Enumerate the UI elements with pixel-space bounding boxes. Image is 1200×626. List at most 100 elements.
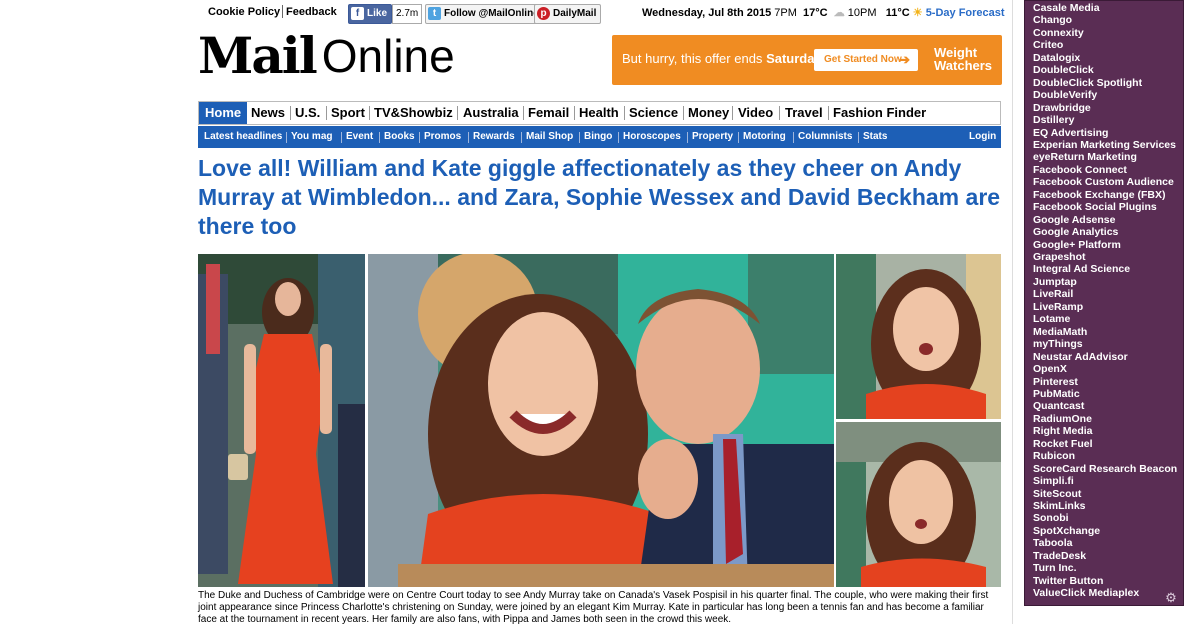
nav-item-health[interactable]: Health — [579, 102, 619, 124]
subnav-item-motoring[interactable]: Motoring — [743, 126, 786, 148]
gear-icon[interactable]: ⚙ — [1164, 591, 1178, 605]
tracker-item[interactable]: Taboola — [1033, 537, 1072, 549]
tracker-item[interactable]: Chango — [1033, 14, 1072, 26]
forecast-link[interactable]: 5-Day Forecast — [926, 7, 1005, 19]
tracker-item[interactable]: eyeReturn Marketing — [1033, 151, 1137, 163]
date-weather: Wednesday, Jul 8th 2015 7PM 17°C ☁ 10PM … — [642, 6, 1005, 19]
nav-item-news[interactable]: News — [251, 102, 285, 124]
tracker-item[interactable]: Turn Inc. — [1033, 562, 1077, 574]
site-logo[interactable]: Mail Online — [198, 28, 455, 84]
tracker-item[interactable]: Rocket Fuel — [1033, 438, 1093, 450]
subnav-item-stats[interactable]: Stats — [863, 126, 887, 148]
subnav-item-rewards[interactable]: Rewards — [473, 126, 515, 148]
tracker-item[interactable]: OpenX — [1033, 363, 1067, 375]
subnav-item-horoscopes[interactable]: Horoscopes — [623, 126, 681, 148]
tracker-item[interactable]: LiveRamp — [1033, 301, 1083, 313]
nav-item-sport[interactable]: Sport — [331, 102, 365, 124]
nav-divider — [624, 106, 625, 120]
subnav-item-bingo[interactable]: Bingo — [584, 126, 612, 148]
article-photo-kate-surprised[interactable] — [836, 254, 1001, 419]
tracker-item[interactable]: TradeDesk — [1033, 550, 1086, 562]
tracker-item[interactable]: DoubleClick — [1033, 64, 1094, 76]
tracker-item[interactable]: SpotXchange — [1033, 525, 1100, 537]
article-photo-kate-standing[interactable] — [198, 254, 365, 587]
tracker-item[interactable]: Experian Marketing Services — [1033, 139, 1176, 151]
tracker-item[interactable]: ValueClick Mediaplex — [1033, 587, 1139, 599]
photo-kate-pout-image — [836, 422, 1001, 587]
tracker-item[interactable]: Dstillery — [1033, 114, 1074, 126]
article-photo-william-kate[interactable] — [368, 254, 834, 587]
tracker-item[interactable]: Neustar AdAdvisor — [1033, 351, 1128, 363]
tracker-item[interactable]: Integral Ad Science — [1033, 263, 1130, 275]
subnav-item-mail-shop[interactable]: Mail Shop — [526, 126, 573, 148]
tracker-item[interactable]: Simpli.fi — [1033, 475, 1074, 487]
tracker-item[interactable]: Google Adsense — [1033, 214, 1115, 226]
login-link[interactable]: Login — [969, 126, 996, 148]
tracker-item[interactable]: Facebook Connect — [1033, 164, 1127, 176]
nav-divider — [732, 106, 733, 120]
tracker-item[interactable]: SkimLinks — [1033, 500, 1086, 512]
nav-item-home[interactable]: Home — [199, 102, 248, 124]
tracker-item[interactable]: Lotame — [1033, 313, 1070, 325]
tracker-item[interactable]: MediaMath — [1033, 326, 1087, 338]
cookie-policy-link[interactable]: Cookie Policy — [208, 6, 280, 18]
tracker-item[interactable]: Casale Media — [1033, 2, 1100, 14]
tracker-item[interactable]: Facebook Social Plugins — [1033, 201, 1157, 213]
subnav-item-promos[interactable]: Promos — [424, 126, 461, 148]
tracker-item[interactable]: DoubleVerify — [1033, 89, 1097, 101]
tracker-item[interactable]: Datalogix — [1033, 52, 1080, 64]
tracker-item[interactable]: ScoreCard Research Beacon — [1033, 463, 1177, 475]
nav-item-tvshowbiz[interactable]: TV&Showbiz — [374, 102, 453, 124]
ad-brand-line2: Watchers — [934, 58, 993, 73]
subnav-item-event[interactable]: Event — [346, 126, 373, 148]
temp-now: 17°C — [803, 7, 828, 19]
tracker-item[interactable]: LiveRail — [1033, 288, 1073, 300]
twitter-follow-button[interactable]: t Follow @MailOnline — [425, 4, 544, 24]
nav-item-travel[interactable]: Travel — [785, 102, 823, 124]
tracker-item[interactable]: Connexity — [1033, 27, 1084, 39]
tracker-item[interactable]: Facebook Exchange (FBX) — [1033, 189, 1165, 201]
subnav-item-property[interactable]: Property — [692, 126, 733, 148]
pinterest-label: DailyMail — [553, 8, 597, 19]
weight-watchers-ad[interactable]: But hurry, this offer ends Saturday Get … — [612, 35, 1002, 85]
subnav-divider — [286, 132, 287, 143]
nav-item-us[interactable]: U.S. — [295, 102, 320, 124]
article-headline[interactable]: Love all! William and Kate giggle affect… — [198, 154, 1008, 241]
tracker-item[interactable]: PubMatic — [1033, 388, 1080, 400]
nav-item-science[interactable]: Science — [629, 102, 678, 124]
nav-item-femail[interactable]: Femail — [528, 102, 569, 124]
pinterest-button[interactable]: p DailyMail — [534, 4, 602, 24]
article-photo-kate-pout[interactable] — [836, 422, 1001, 587]
nav-item-video[interactable]: Video — [738, 102, 773, 124]
subnav-item-latest-headlines[interactable]: Latest headlines — [204, 126, 282, 148]
tracker-item[interactable]: Criteo — [1033, 39, 1063, 51]
tracker-item[interactable]: Pinterest — [1033, 376, 1078, 388]
tracker-item[interactable]: Sonobi — [1033, 512, 1069, 524]
tracker-item[interactable]: Quantcast — [1033, 400, 1084, 412]
nav-item-money[interactable]: Money — [688, 102, 729, 124]
subnav-item-columnists[interactable]: Columnists — [798, 126, 852, 148]
tracker-item[interactable]: Google Analytics — [1033, 226, 1118, 238]
get-started-button[interactable]: Get Started Now ➔ — [814, 49, 918, 71]
tracker-item[interactable]: RadiumOne — [1033, 413, 1092, 425]
facebook-like-button[interactable]: f Like — [348, 4, 393, 24]
tracker-item[interactable]: Grapeshot — [1033, 251, 1086, 263]
tracker-item[interactable]: Jumptap — [1033, 276, 1077, 288]
subnav-item-you-mag[interactable]: You mag — [291, 126, 332, 148]
tracker-item[interactable]: Right Media — [1033, 425, 1093, 437]
feedback-link[interactable]: Feedback — [286, 6, 337, 18]
nav-item-fashion-finder[interactable]: Fashion Finder — [833, 102, 926, 124]
subnav-divider — [521, 132, 522, 143]
tracker-item[interactable]: SiteScout — [1033, 488, 1081, 500]
subnav-item-books[interactable]: Books — [384, 126, 415, 148]
tracker-item[interactable]: Facebook Custom Audience — [1033, 176, 1174, 188]
tracker-item[interactable]: Drawbridge — [1033, 102, 1091, 114]
tracker-item[interactable]: Twitter Button — [1033, 575, 1103, 587]
tracker-item[interactable]: DoubleClick Spotlight — [1033, 77, 1142, 89]
tracker-item[interactable]: EQ Advertising — [1033, 127, 1108, 139]
tracker-item[interactable]: myThings — [1033, 338, 1083, 350]
tracker-item[interactable]: Rubicon — [1033, 450, 1075, 462]
nav-item-australia[interactable]: Australia — [463, 102, 519, 124]
photo-kate-standing-image — [198, 254, 365, 587]
tracker-item[interactable]: Google+ Platform — [1033, 239, 1121, 251]
